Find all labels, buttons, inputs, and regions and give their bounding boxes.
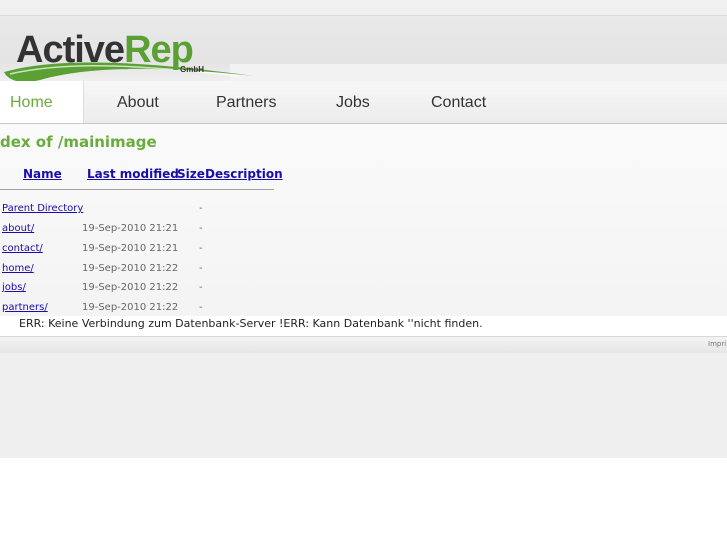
column-header-name[interactable]: Name bbox=[23, 167, 62, 181]
nav-item-home[interactable]: Home bbox=[0, 81, 84, 123]
row-link-contact[interactable]: contact/ bbox=[2, 243, 43, 254]
row-modified: 19-Sep-2010 21:21 bbox=[82, 243, 179, 254]
directory-listing: dex of /mainimage Name Last modified Siz… bbox=[0, 124, 727, 336]
row-size: - bbox=[199, 302, 203, 313]
header-divider bbox=[0, 189, 274, 190]
nav-item-about[interactable]: About bbox=[117, 81, 159, 123]
nav-item-jobs[interactable]: Jobs bbox=[336, 81, 370, 123]
row-size: - bbox=[199, 263, 203, 274]
nav-item-partners[interactable]: Partners bbox=[216, 81, 276, 123]
logo[interactable]: ActiveRep GmbH bbox=[0, 16, 260, 88]
column-header-last-modified[interactable]: Last modified bbox=[87, 167, 179, 181]
footer-imprint-link[interactable]: Impri bbox=[708, 340, 726, 348]
row-link-jobs[interactable]: jobs/ bbox=[2, 282, 26, 293]
row-modified: 19-Sep-2010 21:22 bbox=[82, 302, 179, 313]
row-size: - bbox=[199, 282, 203, 293]
row-link-parent-directory[interactable]: Parent Directory bbox=[2, 203, 83, 214]
row-modified: 19-Sep-2010 21:22 bbox=[82, 282, 179, 293]
top-strip bbox=[0, 0, 727, 16]
logo-gmbh: GmbH bbox=[180, 65, 204, 74]
logo-word-active: Active bbox=[16, 29, 125, 71]
page-title: dex of /mainimage bbox=[0, 133, 157, 151]
column-header-size[interactable]: Size bbox=[177, 167, 205, 181]
column-header-description[interactable]: Description bbox=[205, 167, 283, 181]
error-message: ERR: Keine Verbindung zum Datenbank-Serv… bbox=[19, 317, 483, 330]
row-link-about[interactable]: about/ bbox=[2, 223, 34, 234]
header-band bbox=[230, 64, 727, 81]
row-link-partners[interactable]: partners/ bbox=[2, 302, 48, 313]
row-size: - bbox=[199, 223, 203, 234]
row-size: - bbox=[199, 203, 203, 214]
lower-panel bbox=[0, 353, 727, 458]
footer: Impri bbox=[0, 336, 727, 353]
row-link-home[interactable]: home/ bbox=[2, 263, 34, 274]
nav-item-contact[interactable]: Contact bbox=[431, 81, 486, 123]
logo-wordmark: ActiveRep bbox=[16, 29, 194, 71]
main-nav: Home About Partners Jobs Contact bbox=[0, 81, 727, 124]
row-size: - bbox=[199, 243, 203, 254]
error-bar: ERR: Keine Verbindung zum Datenbank-Serv… bbox=[0, 316, 727, 336]
row-modified: 19-Sep-2010 21:21 bbox=[82, 223, 179, 234]
row-modified: 19-Sep-2010 21:22 bbox=[82, 263, 179, 274]
